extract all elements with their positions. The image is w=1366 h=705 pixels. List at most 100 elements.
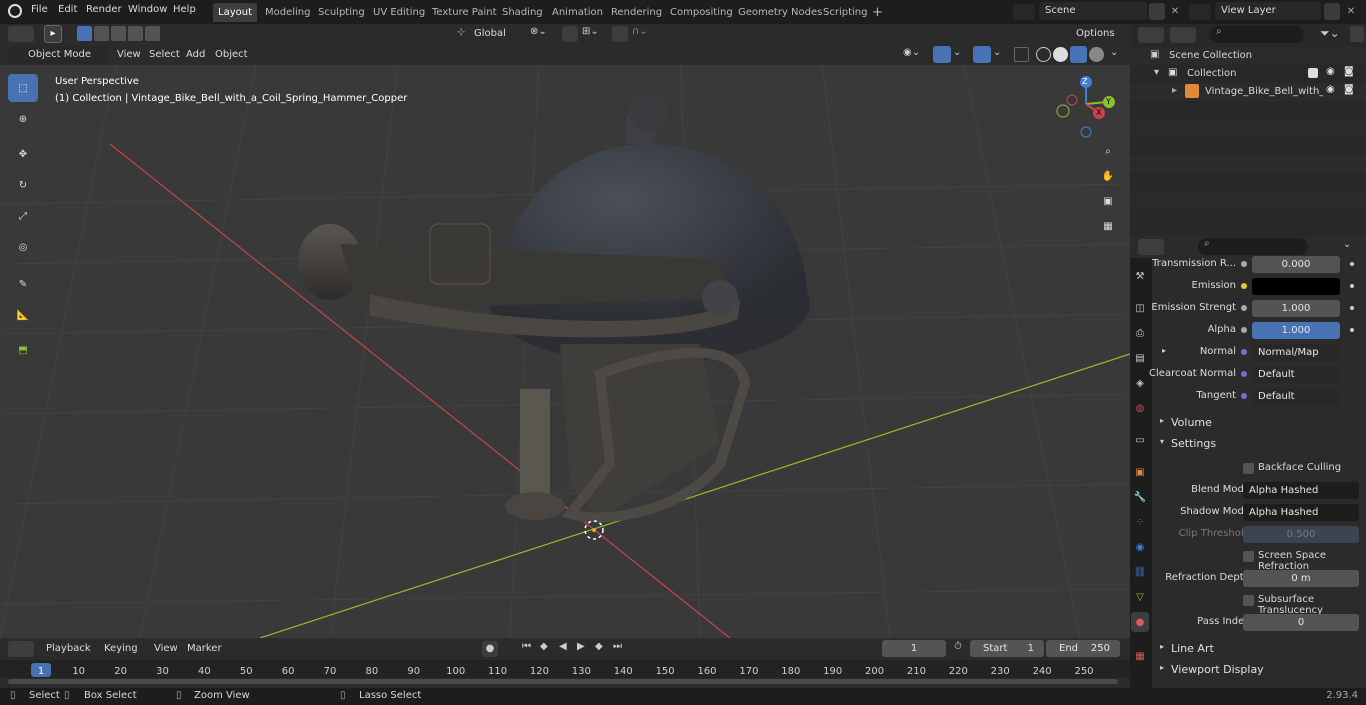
overlay-dropdown-icon[interactable]: ⌄ xyxy=(993,47,1001,58)
outliner-row-collection[interactable]: ▾ ▣ Collection ◉ ◙ xyxy=(1130,65,1366,83)
filter-icon[interactable]: ⏷⌄ xyxy=(1320,26,1340,41)
tab-scripting[interactable]: Scripting xyxy=(818,3,872,22)
snap-target-icon[interactable]: ⊞⌄ xyxy=(582,26,606,42)
emission-strength-field[interactable]: 1.000 xyxy=(1252,300,1340,317)
pan-hand-icon[interactable]: ✋ xyxy=(1097,165,1119,187)
jump-end-icon[interactable]: ⏭ xyxy=(613,641,622,652)
outliner-row-scene-collection[interactable]: ▣ Scene Collection xyxy=(1130,47,1366,65)
tab-uv-editing[interactable]: UV Editing xyxy=(368,3,430,22)
exclude-checkbox-icon[interactable] xyxy=(1308,68,1318,78)
emission-color-field[interactable] xyxy=(1252,278,1340,295)
normal-link-field[interactable]: Normal/Map xyxy=(1252,344,1340,361)
eye-icon[interactable]: ◉ xyxy=(1326,66,1335,77)
add-workspace-button[interactable]: + xyxy=(867,3,888,22)
view-layer-icon[interactable] xyxy=(1189,4,1211,20)
select-mode-new-icon[interactable] xyxy=(77,26,92,41)
select-mode-invert-icon[interactable] xyxy=(128,26,143,41)
line-art-panel-header[interactable]: ▸ Line Art xyxy=(1152,638,1366,658)
constraints-tab-icon[interactable]: ⛓ xyxy=(1131,562,1149,582)
data-tab-icon[interactable]: ▽ xyxy=(1131,587,1149,607)
render-camera-icon[interactable]: ◙ xyxy=(1344,66,1354,77)
solid-shading-icon[interactable] xyxy=(1053,47,1068,62)
outliner-editor-icon[interactable] xyxy=(1138,27,1164,43)
scale-tool-icon[interactable]: ⤢ xyxy=(8,202,38,230)
menu-view[interactable]: View xyxy=(117,46,141,64)
socket-icon[interactable] xyxy=(1241,305,1247,311)
keyframe-dot-icon[interactable] xyxy=(1350,262,1354,266)
3d-viewport[interactable]: User Perspective (1) Collection | Vintag… xyxy=(0,44,1130,638)
ortho-grid-icon[interactable]: ▦ xyxy=(1097,215,1119,237)
tab-layout[interactable]: Layout xyxy=(213,3,257,22)
3d-cursor-icon[interactable] xyxy=(584,520,604,540)
tab-compositing[interactable]: Compositing xyxy=(665,3,738,22)
properties-options-icon[interactable]: ⌄ xyxy=(1343,239,1351,250)
world-tab-icon[interactable]: ◍ xyxy=(1131,398,1149,418)
timeline-marker-menu[interactable]: Marker xyxy=(187,640,222,658)
blend-mode-select[interactable]: Alpha Hashed xyxy=(1243,482,1359,499)
end-frame-field[interactable]: End 250 xyxy=(1046,640,1120,657)
xray-icon[interactable] xyxy=(1014,47,1029,62)
select-box-tool-icon[interactable]: ⬚ xyxy=(8,74,38,102)
menu-window[interactable]: Window xyxy=(128,4,167,15)
display-mode-icon[interactable] xyxy=(1170,27,1196,43)
modifier-tab-icon[interactable]: 🔧 xyxy=(1131,487,1149,507)
overlay-toggle-icon[interactable] xyxy=(973,46,991,63)
new-view-layer-icon[interactable] xyxy=(1324,3,1340,20)
eye-icon[interactable]: ◉ xyxy=(1326,84,1335,95)
output-tab-icon[interactable]: ⎙ xyxy=(1131,323,1149,343)
new-collection-icon[interactable] xyxy=(1350,26,1364,42)
tool-tab-icon[interactable]: ⚒ xyxy=(1131,266,1149,286)
scene-icon[interactable] xyxy=(1013,4,1035,20)
keying-menu[interactable]: Keying xyxy=(98,640,146,658)
tab-sculpting[interactable]: Sculpting xyxy=(313,3,370,22)
measure-tool-icon[interactable]: 📐 xyxy=(8,301,38,329)
play-icon[interactable]: ▶ xyxy=(577,641,585,652)
subsurface-translucency-checkbox[interactable] xyxy=(1243,595,1254,606)
tab-rendering[interactable]: Rendering xyxy=(606,3,667,22)
menu-object[interactable]: Object xyxy=(215,46,248,64)
options-dropdown[interactable]: Options xyxy=(1070,25,1124,43)
prev-keyframe-icon[interactable]: ◆ xyxy=(540,641,548,652)
menu-help[interactable]: Help xyxy=(173,4,196,15)
tangent-field[interactable]: Default xyxy=(1252,388,1340,405)
gizmo-toggle-icon[interactable] xyxy=(933,46,951,63)
clip-threshold-field[interactable]: 0.500 xyxy=(1243,526,1359,543)
camera-view-icon[interactable]: ▣ xyxy=(1097,190,1119,212)
material-tab-icon[interactable]: ● xyxy=(1131,612,1149,632)
texture-tab-icon[interactable]: ▦ xyxy=(1131,646,1149,666)
expand-arrow-icon[interactable]: ▸ xyxy=(1162,346,1166,355)
socket-icon[interactable] xyxy=(1241,283,1247,289)
rendered-shading-icon[interactable] xyxy=(1089,47,1104,62)
socket-icon[interactable] xyxy=(1241,371,1247,377)
bike-bell-model[interactable] xyxy=(298,94,810,523)
viewport-display-panel-header[interactable]: ▸ Viewport Display xyxy=(1152,659,1366,679)
blender-logo-icon[interactable] xyxy=(8,4,22,18)
menu-add[interactable]: Add xyxy=(186,46,205,64)
close-icon[interactable]: ✕ xyxy=(1167,3,1183,20)
tab-modeling[interactable]: Modeling xyxy=(260,3,316,22)
volume-panel-header[interactable]: ▸ Volume xyxy=(1152,412,1366,432)
socket-icon[interactable] xyxy=(1241,261,1247,267)
refraction-depth-field[interactable]: 0 m xyxy=(1243,570,1359,587)
menu-select[interactable]: Select xyxy=(149,46,180,64)
next-keyframe-icon[interactable]: ◆ xyxy=(595,641,603,652)
socket-icon[interactable] xyxy=(1241,349,1247,355)
new-scene-icon[interactable] xyxy=(1149,3,1165,20)
play-reverse-icon[interactable]: ◀ xyxy=(559,641,567,652)
auto-keying-icon[interactable]: ● xyxy=(482,641,498,657)
scene-tab-icon[interactable]: ◈ xyxy=(1131,373,1149,393)
cursor-tool-icon[interactable]: ⊕ xyxy=(8,105,38,133)
timeline-editor-icon[interactable] xyxy=(8,641,34,657)
timeline-view-menu[interactable]: View xyxy=(154,640,178,658)
start-frame-field[interactable]: Start 1 xyxy=(970,640,1044,657)
visibility-icon[interactable]: ◉⌄ xyxy=(903,47,929,63)
rotate-tool-icon[interactable]: ↻ xyxy=(8,171,38,199)
view-layer-field[interactable]: View Layer xyxy=(1215,2,1321,20)
pass-index-field[interactable]: 0 xyxy=(1243,614,1359,631)
physics-tab-icon[interactable]: ◉ xyxy=(1131,537,1149,557)
shading-dropdown-icon[interactable]: ⌄ xyxy=(1110,47,1118,58)
outliner-row-object[interactable]: ▸ Vintage_Bike_Bell_with_a ◉ ◙ xyxy=(1130,83,1366,101)
proportional-edit-icon[interactable] xyxy=(612,26,628,42)
transmission-roughness-field[interactable]: 0.000 xyxy=(1252,256,1340,273)
preview-range-icon[interactable]: ⏱ xyxy=(954,641,962,652)
